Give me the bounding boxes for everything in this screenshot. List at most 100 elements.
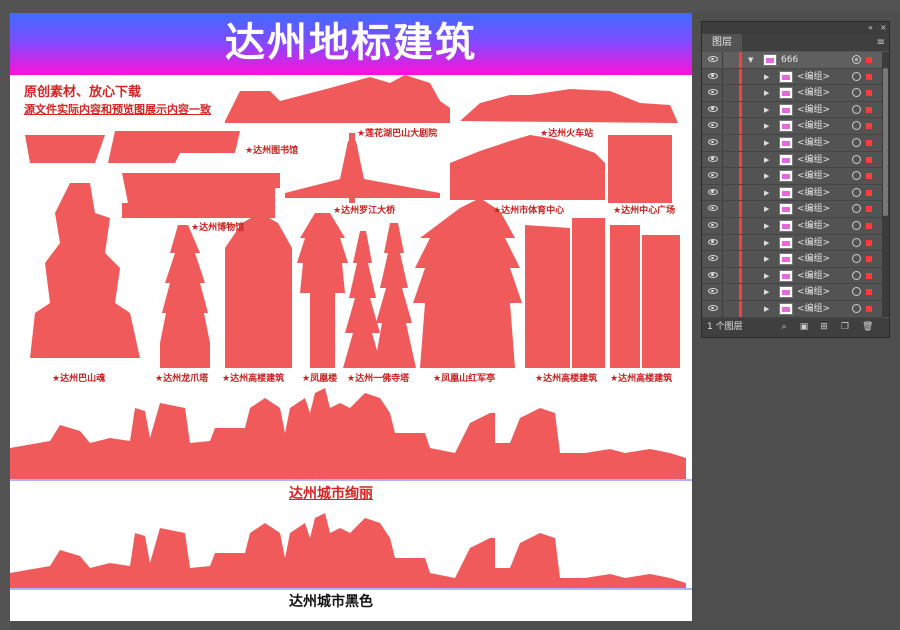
locate-object-icon[interactable]: ⌕	[779, 322, 789, 332]
sublayer-row[interactable]: ▶ <编组>	[702, 168, 882, 185]
visibility-eye-icon[interactable]	[708, 305, 718, 311]
artboard[interactable]: 达州地标建筑 原创素材、放心下载 源文件实际内容和预览图展示内容一致 ★莲花湖巴…	[10, 13, 692, 621]
target-circle-icon[interactable]	[852, 88, 861, 98]
target-circle-icon[interactable]	[852, 237, 861, 247]
theatre-silhouette	[225, 75, 450, 123]
target-circle-icon[interactable]	[852, 204, 861, 214]
visibility-eye-icon[interactable]	[708, 155, 718, 162]
visibility-eye-icon[interactable]	[708, 222, 718, 228]
layer-row[interactable]: ▼ 666	[702, 52, 882, 69]
delete-icon[interactable]: 🗑	[862, 322, 873, 332]
target-circle-icon[interactable]	[852, 171, 861, 181]
sublayer-row[interactable]: ▶ <编组>	[702, 234, 882, 252]
expand-triangle-down-icon[interactable]: ▼	[748, 57, 753, 64]
expand-triangle-right-icon[interactable]: ▶	[764, 289, 769, 296]
visibility-eye-icon[interactable]	[708, 238, 718, 245]
target-circle-icon[interactable]	[852, 154, 861, 164]
target-circle-icon[interactable]	[852, 187, 861, 197]
tab-layers[interactable]: 图层	[702, 34, 742, 51]
create-sublayer-icon[interactable]: ⊞	[819, 322, 829, 332]
expand-triangle-right-icon[interactable]: ▶	[764, 73, 769, 81]
target-circle-icon[interactable]	[852, 121, 861, 131]
layer-thumbnail	[779, 269, 793, 282]
selection-indicator[interactable]	[866, 123, 872, 130]
visibility-eye-icon[interactable]	[708, 72, 718, 79]
expand-triangle-right-icon[interactable]: ▶	[764, 173, 769, 180]
expand-triangle-right-icon[interactable]: ▶	[764, 156, 769, 164]
visibility-eye-icon[interactable]	[708, 172, 718, 179]
close-icon[interactable]: ×	[880, 22, 887, 34]
target-circle-icon[interactable]	[852, 270, 861, 280]
target-circle-icon[interactable]	[852, 287, 861, 297]
sublayer-row[interactable]: ▶ <编组>	[702, 151, 882, 169]
target-circle-icon[interactable]	[852, 221, 861, 230]
selection-indicator[interactable]	[866, 272, 872, 279]
visibility-eye-icon[interactable]	[708, 188, 718, 195]
selection-indicator[interactable]	[866, 189, 872, 196]
target-circle-icon[interactable]	[852, 55, 861, 64]
selection-indicator[interactable]	[866, 140, 872, 146]
sublayer-row[interactable]: ▶ <编组>	[702, 267, 882, 285]
column-divider	[722, 135, 723, 151]
expand-triangle-right-icon[interactable]: ▶	[764, 306, 769, 313]
target-circle-icon[interactable]	[852, 254, 861, 264]
landmark-silhouettes[interactable]	[10, 13, 692, 621]
visibility-eye-icon[interactable]	[708, 288, 718, 295]
target-circle-icon[interactable]	[852, 71, 861, 81]
expand-triangle-right-icon[interactable]: ▶	[764, 223, 769, 230]
sublayer-row[interactable]: ▶ <编组>	[702, 135, 882, 152]
visibility-eye-icon[interactable]	[708, 205, 718, 212]
scrollbar-thumb[interactable]	[883, 68, 888, 216]
expand-triangle-right-icon[interactable]: ▶	[764, 189, 769, 197]
layers-scrollbar[interactable]	[882, 52, 889, 317]
sublayer-row[interactable]: ▶ <编组>	[702, 251, 882, 268]
selection-indicator[interactable]	[866, 239, 872, 246]
sublayer-row[interactable]: ▶ <编组>	[702, 284, 882, 301]
visibility-eye-icon[interactable]	[708, 89, 718, 96]
expand-triangle-right-icon[interactable]: ▶	[764, 140, 769, 147]
double-chevron-icon[interactable]: «	[868, 22, 873, 34]
visibility-eye-icon[interactable]	[708, 271, 718, 278]
sublayer-row[interactable]: ▶ <编组>	[702, 218, 882, 235]
expand-triangle-right-icon[interactable]: ▶	[764, 90, 769, 97]
visibility-eye-icon[interactable]	[708, 105, 718, 112]
create-layer-icon[interactable]: ❐	[840, 322, 850, 332]
sublayer-row[interactable]: ▶ <编组>	[702, 101, 882, 119]
selection-indicator[interactable]	[866, 156, 872, 163]
selection-indicator[interactable]	[866, 256, 872, 263]
sublayer-row[interactable]: ▶ <编组>	[702, 201, 882, 218]
target-circle-icon[interactable]	[852, 104, 861, 114]
selection-indicator[interactable]	[866, 106, 872, 113]
selection-indicator[interactable]	[866, 289, 872, 296]
selection-indicator[interactable]	[866, 90, 872, 97]
expand-triangle-right-icon[interactable]: ▶	[764, 256, 769, 263]
sublayer-row[interactable]: ▶ <编组>	[702, 301, 882, 318]
column-divider	[722, 301, 723, 317]
target-circle-icon[interactable]	[852, 304, 861, 313]
sublayer-row[interactable]: ▶ <编组>	[702, 184, 882, 202]
selection-indicator[interactable]	[866, 306, 872, 312]
selection-indicator[interactable]	[866, 223, 872, 229]
visibility-eye-icon[interactable]	[708, 139, 718, 145]
layer-thumbnail	[779, 70, 793, 83]
layers-panel[interactable]: « × 图层 ≡ ▼ 666 ▶ <编组> ▶ <编组> ▶ <编组> ▶ <编组> ▶ <编组> ▶ <…	[701, 21, 890, 338]
expand-triangle-right-icon[interactable]: ▶	[764, 239, 769, 247]
make-clipping-mask-icon[interactable]: ▣	[799, 322, 809, 332]
expand-triangle-right-icon[interactable]: ▶	[764, 106, 769, 114]
selection-indicator[interactable]	[866, 57, 872, 63]
visibility-eye-icon[interactable]	[708, 255, 718, 262]
selection-indicator[interactable]	[866, 73, 872, 80]
expand-triangle-right-icon[interactable]: ▶	[764, 206, 769, 213]
selection-indicator[interactable]	[866, 173, 872, 180]
expand-triangle-right-icon[interactable]: ▶	[764, 272, 769, 280]
expand-triangle-right-icon[interactable]: ▶	[764, 123, 769, 130]
caption-yifo-tower: ★达州一佛寺塔	[347, 374, 410, 384]
visibility-eye-icon[interactable]	[708, 56, 718, 62]
visibility-eye-icon[interactable]	[708, 122, 718, 129]
selection-indicator[interactable]	[866, 206, 872, 213]
sublayer-row[interactable]: ▶ <编组>	[702, 68, 882, 86]
sublayer-row[interactable]: ▶ <编组>	[702, 118, 882, 135]
target-circle-icon[interactable]	[852, 138, 861, 147]
panel-menu-icon[interactable]: ≡	[877, 34, 885, 51]
sublayer-row[interactable]: ▶ <编组>	[702, 85, 882, 102]
